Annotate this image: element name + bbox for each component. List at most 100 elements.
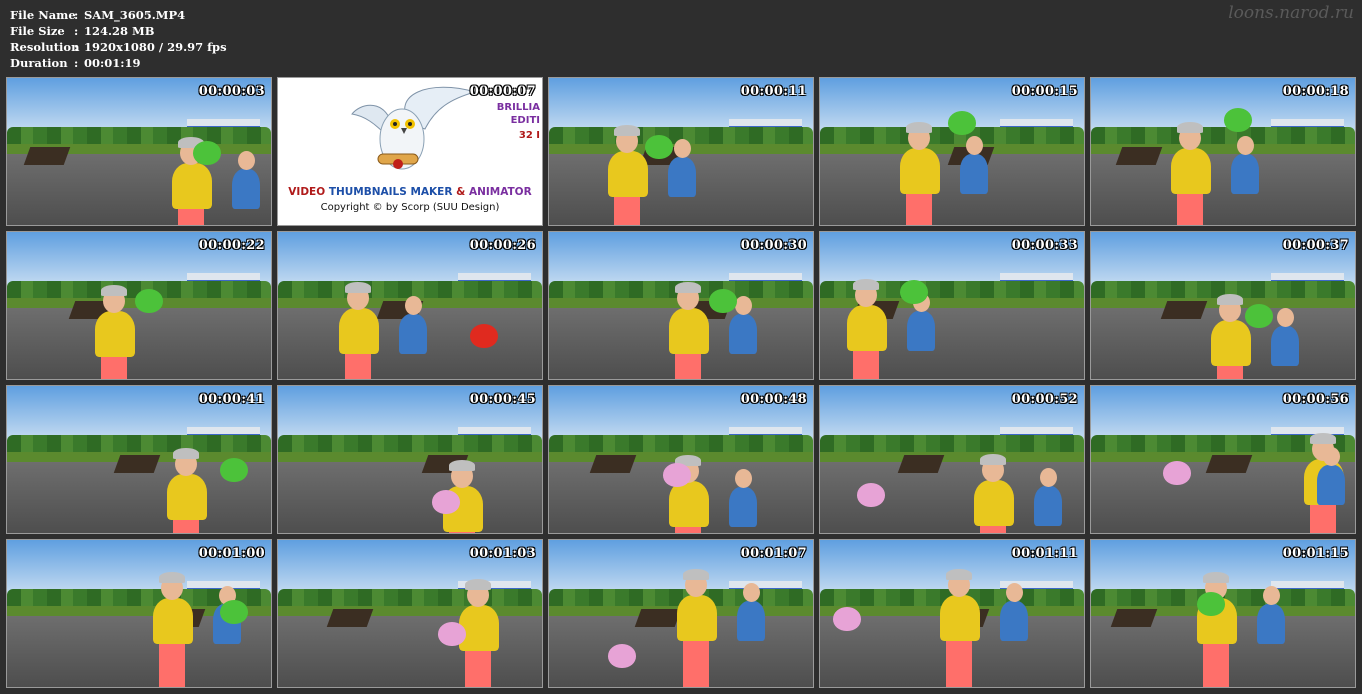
child-figure: [846, 304, 887, 351]
thumbnail-frame[interactable]: 00:00:11: [548, 77, 814, 226]
child-cap: [905, 121, 932, 133]
thumbnail-frame[interactable]: 00:00:48: [548, 385, 814, 534]
thumbnail-frame[interactable]: 00:00:45: [277, 385, 543, 534]
second-child-head: [734, 469, 752, 489]
child-cap: [345, 281, 372, 293]
second-child: [728, 487, 757, 528]
thumbnail-timestamp: 00:00:33: [1011, 238, 1078, 253]
thumbnail-frame[interactable]: 00:00:26: [277, 231, 543, 380]
child-legs: [1176, 189, 1203, 225]
thumbnail-frame[interactable]: 00:01:11: [819, 539, 1085, 688]
child-cap: [100, 284, 127, 296]
thumbnail-timestamp: 00:01:07: [740, 546, 807, 561]
child-figure: [1210, 319, 1251, 366]
second-child: [1257, 603, 1286, 644]
thumbnail-frame[interactable]: 00:00:56: [1090, 385, 1356, 534]
second-child: [1270, 325, 1299, 366]
balloon: [1245, 303, 1274, 328]
second-child: [999, 600, 1028, 641]
file-name-value: SAM_3605.MP4: [84, 8, 186, 22]
duration-value: 00:01:19: [84, 56, 141, 70]
balloon: [1224, 107, 1252, 132]
child-cap: [159, 571, 186, 583]
thumbnail-frame[interactable]: 00:00:41: [6, 385, 272, 534]
second-child: [231, 168, 260, 209]
thumbnail-logo-card[interactable]: BRILLIA EDITI 32 I VIDEO THUMBNAILS MAKE…: [277, 77, 543, 226]
logo-edition-line: BRILLIA: [496, 102, 540, 113]
child-figure: [668, 481, 709, 528]
balloon: [857, 482, 886, 507]
separator: :: [74, 56, 79, 70]
second-child-head: [1236, 135, 1254, 155]
thumbnail-frame[interactable]: 00:01:00: [6, 539, 272, 688]
thumbnail-frame[interactable]: 00:00:33: [819, 231, 1085, 380]
thumbnail-timestamp: 00:00:22: [198, 238, 265, 253]
thumbnail-timestamp: 00:00:48: [740, 392, 807, 407]
owl-logo-icon: [351, 86, 477, 170]
thumbnail-timestamp: 00:00:30: [740, 238, 807, 253]
thumbnail-frame[interactable]: 00:01:15: [1090, 539, 1356, 688]
child-figure: [458, 605, 499, 652]
thumbnail-frame[interactable]: 00:01:03: [277, 539, 543, 688]
thumbnail-frame[interactable]: 00:00:30: [548, 231, 814, 380]
thumbnail-grid: 00:00:03 BRILLIA EDITI 32 I VIDEO THUMBN…: [6, 77, 1356, 688]
pavement: [278, 462, 542, 533]
balloon: [469, 324, 498, 349]
child-figure: [153, 597, 194, 644]
balloon: [607, 644, 636, 669]
child-figure: [668, 307, 709, 354]
balloon: [219, 599, 248, 624]
logo-title-word: ANIMATOR: [468, 186, 532, 198]
file-info-panel: File Name : SAM_3605.MP4 File Size : 124…: [10, 7, 227, 71]
file-size-label: File Size: [10, 24, 65, 38]
child-figure: [166, 473, 207, 520]
second-child: [667, 156, 696, 197]
resolution-value: 1920x1080 / 29.97 fps: [84, 40, 227, 54]
thumbnail-frame[interactable]: 00:00:03: [6, 77, 272, 226]
second-child: [906, 310, 935, 351]
skate-ramp: [1205, 454, 1253, 473]
thumbnail-timestamp: 00:00:41: [198, 392, 265, 407]
balloon: [644, 134, 673, 159]
child-legs: [159, 639, 186, 687]
child-cap: [448, 459, 475, 471]
balloon: [193, 140, 222, 165]
child-legs: [1309, 500, 1336, 533]
second-child-head: [673, 138, 691, 158]
resolution-row: Resolution : 1920x1080 / 29.97 fps: [10, 39, 227, 55]
second-child-head: [1276, 307, 1294, 327]
second-child-head: [405, 295, 423, 315]
child-cap: [682, 568, 709, 580]
file-size-value: 124.28 MB: [84, 24, 155, 38]
thumbnail-timestamp: 00:00:07: [469, 84, 536, 99]
thumbnail-frame[interactable]: 00:00:22: [6, 231, 272, 380]
child-legs: [905, 189, 932, 225]
thumbnail-frame[interactable]: 00:00:52: [819, 385, 1085, 534]
thumbnail-timestamp: 00:00:45: [469, 392, 536, 407]
child-cap: [945, 568, 972, 580]
separator: :: [74, 8, 79, 22]
thumbnail-frame[interactable]: 00:00:18: [1090, 77, 1356, 226]
child-cap: [674, 281, 701, 293]
second-child-head: [742, 582, 760, 602]
thumbnail-frame[interactable]: 00:01:07: [548, 539, 814, 688]
balloon: [134, 288, 163, 313]
thumbnail-timestamp: 00:01:03: [469, 546, 536, 561]
balloon: [1162, 460, 1191, 485]
duration-row: Duration : 00:01:19: [10, 55, 227, 71]
child-legs: [1203, 639, 1230, 687]
child-legs: [945, 636, 972, 687]
thumbnail-timestamp: 00:01:00: [198, 546, 265, 561]
thumbnail-frame[interactable]: 00:00:15: [819, 77, 1085, 226]
balloon: [437, 621, 466, 646]
child-legs: [674, 349, 701, 379]
logo-title-word: VIDEO: [288, 186, 326, 198]
child-figure: [939, 594, 980, 641]
watermark-text: loons.narod.ru: [1228, 3, 1354, 23]
thumbnail-frame[interactable]: 00:00:37: [1090, 231, 1356, 380]
separator: :: [74, 40, 79, 54]
child-figure: [607, 150, 648, 197]
thumbnail-timestamp: 00:01:11: [1011, 546, 1078, 561]
logo-title-word: THUMBNAILS MAKER: [328, 186, 453, 198]
duration-label: Duration: [10, 56, 68, 70]
